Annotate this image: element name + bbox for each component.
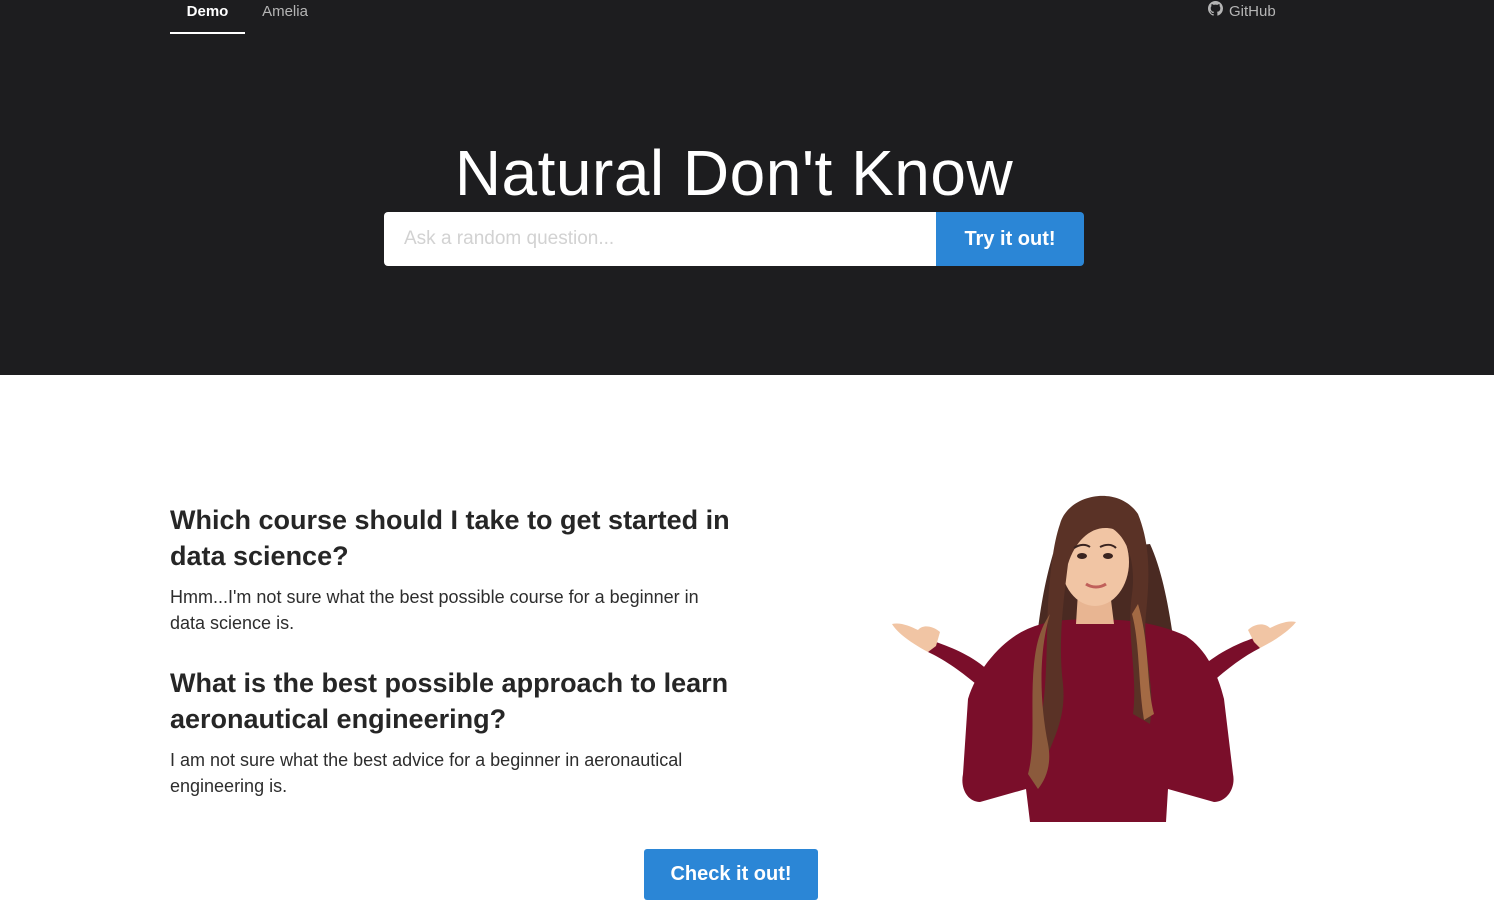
hero-section: Demo Amelia GitHub Natural Don't Know Tr… [0,0,1494,375]
example-answer: I am not sure what the best advice for a… [170,750,683,796]
question-input[interactable] [384,212,936,266]
hero-title: Natural Don't Know [454,137,1014,209]
shrugging-woman-illustration [892,495,1296,822]
github-icon [1208,0,1223,24]
example-qa-2: What is the best possible approach to le… [170,665,730,799]
try-it-out-button[interactable]: Try it out! [936,212,1084,266]
tab-amelia[interactable]: Amelia [252,0,318,34]
tab-demo[interactable]: Demo [170,0,245,34]
example-qa-1: Which course should I take to get starte… [170,502,730,636]
github-label: GitHub [1229,3,1276,20]
example-answer: Hmm...I'm not sure what the best possibl… [170,587,699,633]
example-question: What is the best possible approach to le… [170,668,729,734]
check-it-out-button[interactable]: Check it out! [644,849,818,900]
github-link[interactable]: GitHub [1208,0,1288,24]
example-question: Which course should I take to get starte… [170,505,730,571]
